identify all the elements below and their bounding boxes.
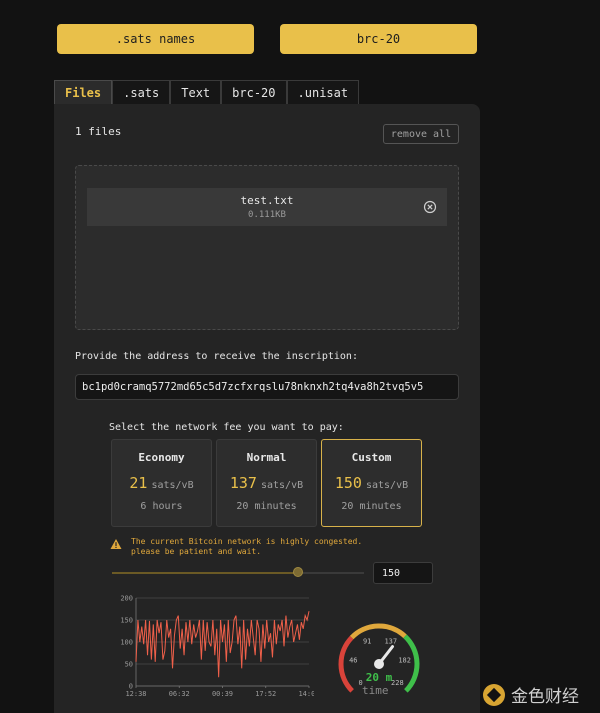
- congestion-warning: The current Bitcoin network is highly co…: [131, 537, 362, 557]
- gauge-tick-label: 91: [363, 637, 371, 645]
- fee-title: Normal: [246, 451, 287, 464]
- tab-text[interactable]: Text: [170, 80, 222, 104]
- gauge-value: 20 m: [366, 671, 393, 684]
- chart-x-tick: 12:38: [125, 690, 146, 698]
- warning-line: please be patient and wait.: [131, 547, 262, 556]
- fee-unit: sats/vB: [260, 480, 304, 491]
- fee-slider-track[interactable]: [112, 572, 364, 574]
- chart-y-tick: 50: [125, 661, 133, 669]
- chart-y-tick: 100: [120, 639, 133, 647]
- fee-slider-thumb[interactable]: [293, 567, 304, 577]
- file-size: 0.111KB: [248, 210, 286, 220]
- remove-all-button[interactable]: remove all: [383, 124, 459, 144]
- fee-slider-fill: [112, 572, 299, 574]
- fee-rate-value: 150: [334, 474, 362, 492]
- warning-line: The current Bitcoin network is highly co…: [131, 537, 363, 546]
- inscribe-panel: 1 files remove all test.txt 0.111KB Prov…: [54, 104, 480, 713]
- gauge-time-label: time: [362, 684, 389, 697]
- gauge-arc-yellow: [349, 623, 407, 640]
- fee-title: Custom: [351, 451, 392, 464]
- address-input[interactable]: [75, 374, 459, 400]
- fee-option-economy[interactable]: Economy 21 sats/vB 6 hours: [111, 439, 212, 527]
- chart-x-tick: 00:39: [212, 690, 233, 698]
- file-dropzone[interactable]: test.txt 0.111KB: [75, 165, 459, 330]
- chart-x-tick: 14:03: [298, 690, 314, 698]
- tab-files[interactable]: Files: [54, 80, 113, 104]
- fee-title: Economy: [138, 451, 185, 464]
- chart-x-tick: 06:32: [169, 690, 190, 698]
- gauge-tick-label: 228: [391, 679, 404, 687]
- address-label: Provide the address to receive the inscr…: [75, 351, 358, 362]
- chart-y-tick: 200: [120, 595, 133, 603]
- file-name: test.txt: [240, 194, 294, 207]
- fee-option-custom[interactable]: Custom 150 sats/vB 20 minutes: [321, 439, 422, 527]
- fee-time: 20 minutes: [341, 501, 402, 512]
- file-item: test.txt 0.111KB: [87, 188, 447, 226]
- fee-rate: 21 sats/vB: [112, 474, 211, 492]
- fee-rate: 150 sats/vB: [322, 474, 421, 492]
- tab-unisat[interactable]: .unisat: [286, 80, 360, 104]
- fee-rate-value: 137: [229, 474, 257, 492]
- fee-rate-value: 21: [129, 474, 148, 492]
- tab-brc20[interactable]: brc-20: [221, 80, 287, 104]
- gauge-tick-label: 137: [384, 637, 397, 645]
- custom-fee-input[interactable]: [373, 562, 433, 584]
- tab-sats[interactable]: .sats: [112, 80, 171, 104]
- watermark: 金色财经: [483, 682, 579, 707]
- fee-unit: sats/vB: [151, 480, 194, 491]
- gauge-hub: [374, 659, 384, 669]
- tab-bar: Files .sats Text brc-20 .unisat: [54, 80, 360, 104]
- brc20-button[interactable]: brc-20: [280, 24, 477, 54]
- gauge-tick-label: 46: [349, 656, 357, 664]
- close-icon[interactable]: [423, 200, 437, 214]
- files-count: 1 files: [75, 125, 122, 138]
- watermark-text: 金色财经: [511, 687, 579, 707]
- fee-unit: sats/vB: [365, 480, 409, 491]
- chart-x-tick: 17:52: [255, 690, 276, 698]
- jinse-logo-icon: [483, 683, 505, 706]
- warning-icon: [110, 539, 122, 549]
- gauge-tick-label: 182: [398, 656, 411, 664]
- chart-series-line: [135, 611, 310, 678]
- sats-names-button[interactable]: .sats names: [57, 24, 254, 54]
- fee-time: 20 minutes: [236, 501, 297, 512]
- fee-rate: 137 sats/vB: [217, 474, 316, 492]
- fee-option-normal[interactable]: Normal 137 sats/vB 20 minutes: [216, 439, 317, 527]
- fee-label: Select the network fee you want to pay:: [109, 422, 344, 433]
- chart-y-tick: 150: [120, 617, 133, 625]
- fee-time: 6 hours: [140, 501, 183, 512]
- fee-history-chart: 05010015020012:3806:3200:3917:5214:03: [120, 595, 314, 699]
